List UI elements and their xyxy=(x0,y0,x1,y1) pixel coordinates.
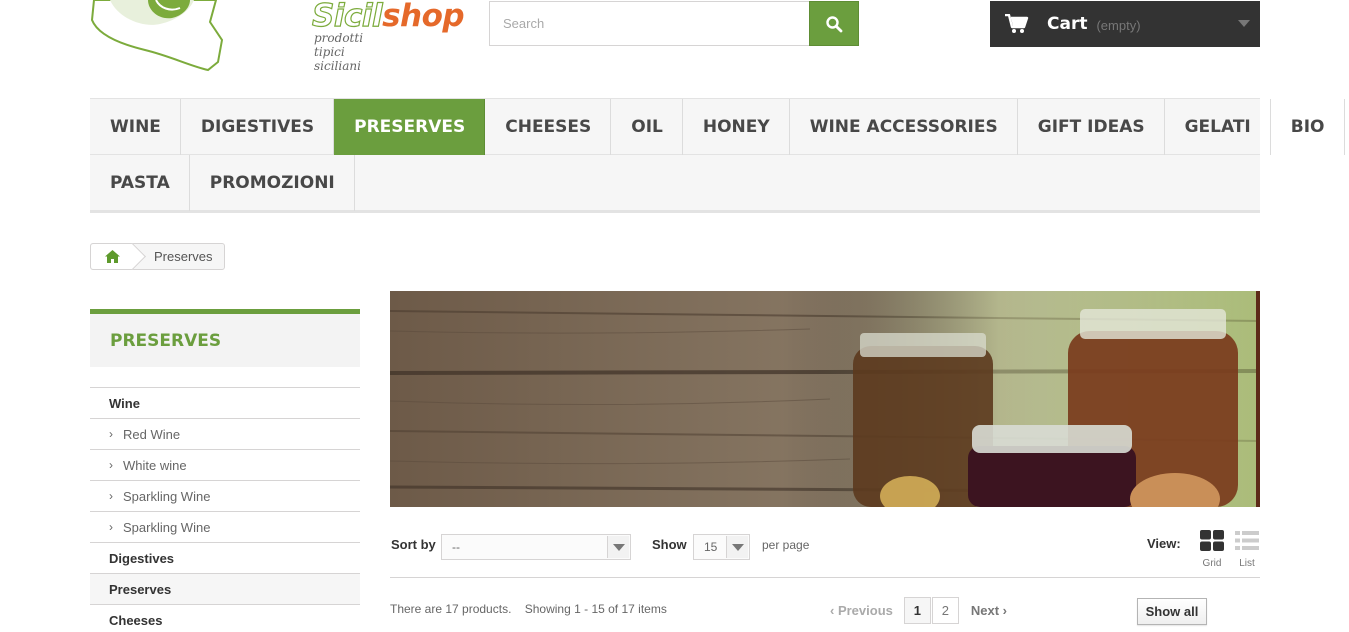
category-banner-image xyxy=(390,291,1260,507)
menu-item-preserves[interactable]: PRESERVES xyxy=(334,99,486,155)
view-list-caption: List xyxy=(1239,558,1255,569)
product-count: There are 17 products. Showing 1 - 15 of… xyxy=(390,602,667,616)
product-count-text: There are 17 products. xyxy=(390,602,512,616)
view-grid-button[interactable]: Grid xyxy=(1197,530,1227,569)
main-menu: WINE DIGESTIVES PRESERVES CHEESES OIL HO… xyxy=(90,98,1345,213)
chevron-right-icon: › xyxy=(109,489,113,503)
pagination: ‹ Previous 1 2 Next › xyxy=(830,597,1007,624)
chevron-left-icon: ‹ xyxy=(830,603,838,618)
next-label: Next xyxy=(970,603,1000,618)
view-label: View: xyxy=(1147,536,1181,551)
menu-row-1: WINE DIGESTIVES PRESERVES CHEESES OIL HO… xyxy=(90,99,1345,155)
grid-icon xyxy=(1200,530,1224,551)
category-label: Preserves xyxy=(109,581,172,597)
menu-item-honey[interactable]: HONEY xyxy=(683,99,790,155)
category-label: Cheeses xyxy=(109,612,163,628)
category-item-sparkling-wine-2[interactable]: › Sparkling Wine xyxy=(90,511,360,542)
menu-item-gift-ideas[interactable]: GIFT IDEAS xyxy=(1018,99,1165,155)
breadcrumb-current: Preserves xyxy=(154,249,213,264)
view-list-button[interactable]: List xyxy=(1232,530,1262,569)
search-icon xyxy=(826,15,843,32)
category-item-preserves[interactable]: Preserves xyxy=(90,573,360,604)
search-button[interactable] xyxy=(809,1,859,46)
per-page-value: 15 xyxy=(704,540,718,554)
show-label: Show xyxy=(652,537,687,552)
breadcrumb: Preserves xyxy=(90,243,225,270)
breadcrumb-home[interactable] xyxy=(91,244,133,269)
pagination-next[interactable]: Next › xyxy=(971,603,1007,618)
menu-item-promozioni[interactable]: PROMOZIONI xyxy=(190,155,355,211)
category-tree: Wine › Red Wine › White wine › Sparkling Wi… xyxy=(90,387,360,632)
sicily-logo-graphic xyxy=(90,0,224,72)
chevron-right-icon: › xyxy=(999,603,1008,618)
brand-tagline: prodotti tipici siciliani xyxy=(314,31,364,73)
category-label: Digestives xyxy=(109,550,175,566)
category-label: Sparkling Wine xyxy=(123,519,211,535)
shopping-cart-icon xyxy=(1005,14,1029,33)
search-input[interactable] xyxy=(489,1,809,46)
per-page-label: per page xyxy=(762,538,810,552)
chevron-right-icon: › xyxy=(109,520,113,534)
showing-range-text: Showing 1 - 15 of 17 items xyxy=(524,602,667,616)
chevron-down-icon xyxy=(726,536,748,558)
home-icon xyxy=(104,250,120,263)
menu-item-digestives[interactable]: DIGESTIVES xyxy=(181,99,335,155)
category-label: Sparkling Wine xyxy=(123,488,211,504)
menu-item-gelati[interactable]: GELATI xyxy=(1165,99,1271,155)
menu-item-oil[interactable]: OIL xyxy=(611,99,683,155)
category-item-digestives[interactable]: Digestives xyxy=(90,542,360,573)
cart-label: Cart xyxy=(1047,14,1088,34)
site-logo[interactable]: Sicilshop prodotti tipici siciliani xyxy=(90,0,465,73)
chevron-down-icon xyxy=(1238,20,1250,27)
cart-status: (empty) xyxy=(1096,17,1141,33)
pagination-page-2[interactable]: 2 xyxy=(931,597,959,624)
brand-name-part2: shop xyxy=(382,0,465,34)
pagination-previous[interactable]: ‹ Previous xyxy=(830,603,893,618)
cart-button[interactable]: Cart (empty) xyxy=(990,1,1260,47)
view-grid-caption: Grid xyxy=(1202,558,1222,569)
brand-name-part1: Sicil xyxy=(311,0,383,35)
menu-item-bio[interactable]: BIO xyxy=(1271,99,1345,155)
category-item-wine[interactable]: Wine xyxy=(90,387,360,418)
sort-select[interactable]: -- xyxy=(441,534,631,560)
previous-label: Previous xyxy=(837,603,893,618)
menu-item-wine-accessories[interactable]: WINE ACCESSORIES xyxy=(790,99,1018,155)
category-label: White wine xyxy=(123,457,187,473)
menu-item-cheeses[interactable]: CHEESES xyxy=(485,99,612,155)
category-item-white-wine[interactable]: › White wine xyxy=(90,449,360,480)
search-form xyxy=(489,1,859,46)
chevron-down-icon xyxy=(607,536,629,558)
sidebar-title: PRESERVES xyxy=(90,309,360,367)
sort-label: Sort by xyxy=(391,537,436,552)
show-all-button[interactable]: Show all xyxy=(1137,598,1207,625)
menu-item-wine[interactable]: WINE xyxy=(90,99,181,155)
category-label: Red Wine xyxy=(123,426,181,442)
category-item-red-wine[interactable]: › Red Wine xyxy=(90,418,360,449)
chevron-right-icon: › xyxy=(109,427,113,441)
sort-value: -- xyxy=(452,540,460,554)
menu-row-2: PASTA PROMOZIONI xyxy=(90,155,1260,211)
preserves-jars-photo xyxy=(390,291,1260,507)
per-page-select[interactable]: 15 xyxy=(693,534,750,560)
category-item-cheeses[interactable]: Cheeses xyxy=(90,604,360,632)
product-sort-bar: Sort by -- Show 15 per page View: Grid L… xyxy=(390,530,1260,578)
chevron-right-icon: › xyxy=(109,458,113,472)
brand-name: Sicilshop xyxy=(311,0,465,35)
category-item-sparkling-wine[interactable]: › Sparkling Wine xyxy=(90,480,360,511)
list-icon xyxy=(1235,531,1259,550)
category-label: Wine xyxy=(109,395,140,411)
menu-item-pasta[interactable]: PASTA xyxy=(90,155,190,211)
pagination-page-1[interactable]: 1 xyxy=(903,597,931,624)
